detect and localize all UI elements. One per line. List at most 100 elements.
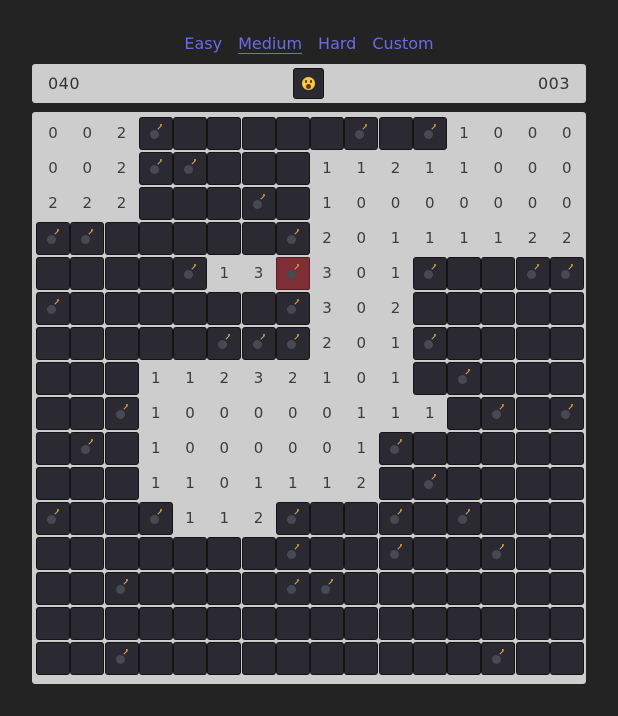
hidden-cell[interactable] — [275, 187, 310, 220]
hidden-cell[interactable] — [104, 537, 139, 570]
hidden-cell[interactable] — [36, 642, 70, 675]
hidden-cell[interactable] — [549, 502, 584, 535]
hidden-cell[interactable] — [207, 152, 242, 185]
hidden-cell[interactable] — [447, 397, 481, 430]
hidden-cell[interactable] — [207, 222, 242, 255]
hidden-cell[interactable] — [515, 327, 550, 360]
hidden-cell[interactable] — [207, 642, 242, 675]
hidden-cell[interactable] — [138, 187, 173, 220]
mine-cell[interactable] — [275, 502, 310, 535]
mine-cell[interactable] — [36, 222, 70, 255]
hidden-cell[interactable] — [173, 187, 207, 220]
hidden-cell[interactable] — [515, 362, 550, 395]
mine-cell[interactable] — [412, 467, 447, 500]
hidden-cell[interactable] — [378, 117, 413, 150]
hidden-cell[interactable] — [447, 642, 481, 675]
hidden-cell[interactable] — [70, 537, 105, 570]
hidden-cell[interactable] — [207, 537, 242, 570]
hidden-cell[interactable] — [36, 432, 70, 465]
hidden-cell[interactable] — [104, 292, 139, 325]
mine-cell[interactable] — [549, 257, 584, 290]
hidden-cell[interactable] — [138, 222, 173, 255]
hidden-cell[interactable] — [275, 152, 310, 185]
hidden-cell[interactable] — [549, 642, 584, 675]
hidden-cell[interactable] — [515, 432, 550, 465]
hidden-cell[interactable] — [104, 327, 139, 360]
mine-cell[interactable] — [310, 572, 344, 605]
hidden-cell[interactable] — [104, 257, 139, 290]
hidden-cell[interactable] — [310, 502, 344, 535]
hidden-cell[interactable] — [173, 117, 207, 150]
mine-cell[interactable] — [70, 432, 105, 465]
hidden-cell[interactable] — [481, 292, 516, 325]
hidden-cell[interactable] — [310, 607, 344, 640]
mine-cell[interactable] — [549, 397, 584, 430]
hidden-cell[interactable] — [447, 432, 481, 465]
hidden-cell[interactable] — [344, 502, 379, 535]
mine-cell[interactable] — [412, 117, 447, 150]
hidden-cell[interactable] — [70, 642, 105, 675]
hidden-cell[interactable] — [36, 362, 70, 395]
hidden-cell[interactable] — [36, 572, 70, 605]
hidden-cell[interactable] — [70, 467, 105, 500]
hidden-cell[interactable] — [378, 642, 413, 675]
mine-cell[interactable] — [275, 537, 310, 570]
hidden-cell[interactable] — [241, 152, 276, 185]
hidden-cell[interactable] — [378, 572, 413, 605]
mine-cell[interactable] — [275, 292, 310, 325]
hidden-cell[interactable] — [173, 572, 207, 605]
mine-cell[interactable] — [138, 502, 173, 535]
mine-cell[interactable] — [173, 152, 207, 185]
hidden-cell[interactable] — [481, 607, 516, 640]
tab-custom[interactable]: Custom — [372, 33, 433, 55]
hidden-cell[interactable] — [412, 607, 447, 640]
mine-cell[interactable] — [275, 222, 310, 255]
mine-cell[interactable] — [138, 152, 173, 185]
hidden-cell[interactable] — [515, 642, 550, 675]
mine-cell[interactable] — [447, 362, 481, 395]
hidden-cell[interactable] — [173, 292, 207, 325]
hidden-cell[interactable] — [412, 502, 447, 535]
hidden-cell[interactable] — [70, 397, 105, 430]
hidden-cell[interactable] — [447, 257, 481, 290]
hidden-cell[interactable] — [104, 222, 139, 255]
hidden-cell[interactable] — [412, 642, 447, 675]
hidden-cell[interactable] — [207, 572, 242, 605]
hidden-cell[interactable] — [70, 607, 105, 640]
mine-cell[interactable] — [36, 502, 70, 535]
hidden-cell[interactable] — [70, 327, 105, 360]
mine-cell[interactable] — [70, 222, 105, 255]
tab-medium[interactable]: Medium — [238, 33, 302, 55]
mine-cell[interactable] — [481, 397, 516, 430]
mine-cell[interactable] — [138, 117, 173, 150]
hidden-cell[interactable] — [241, 222, 276, 255]
mine-cell[interactable] — [241, 187, 276, 220]
tab-hard[interactable]: Hard — [318, 33, 356, 55]
hidden-cell[interactable] — [549, 572, 584, 605]
hidden-cell[interactable] — [549, 362, 584, 395]
hidden-cell[interactable] — [515, 607, 550, 640]
hidden-cell[interactable] — [310, 117, 344, 150]
hidden-cell[interactable] — [241, 607, 276, 640]
hidden-cell[interactable] — [207, 187, 242, 220]
hidden-cell[interactable] — [447, 327, 481, 360]
hidden-cell[interactable] — [104, 607, 139, 640]
hidden-cell[interactable] — [447, 607, 481, 640]
hidden-cell[interactable] — [447, 572, 481, 605]
hidden-cell[interactable] — [70, 362, 105, 395]
hidden-cell[interactable] — [549, 432, 584, 465]
hidden-cell[interactable] — [70, 292, 105, 325]
hidden-cell[interactable] — [481, 502, 516, 535]
hidden-cell[interactable] — [378, 607, 413, 640]
hidden-cell[interactable] — [207, 117, 242, 150]
hidden-cell[interactable] — [481, 467, 516, 500]
hidden-cell[interactable] — [412, 362, 447, 395]
hidden-cell[interactable] — [344, 537, 379, 570]
hidden-cell[interactable] — [241, 292, 276, 325]
mine-cell[interactable] — [412, 257, 447, 290]
hidden-cell[interactable] — [447, 467, 481, 500]
hidden-cell[interactable] — [515, 397, 550, 430]
hidden-cell[interactable] — [138, 607, 173, 640]
hidden-cell[interactable] — [310, 642, 344, 675]
hidden-cell[interactable] — [173, 327, 207, 360]
